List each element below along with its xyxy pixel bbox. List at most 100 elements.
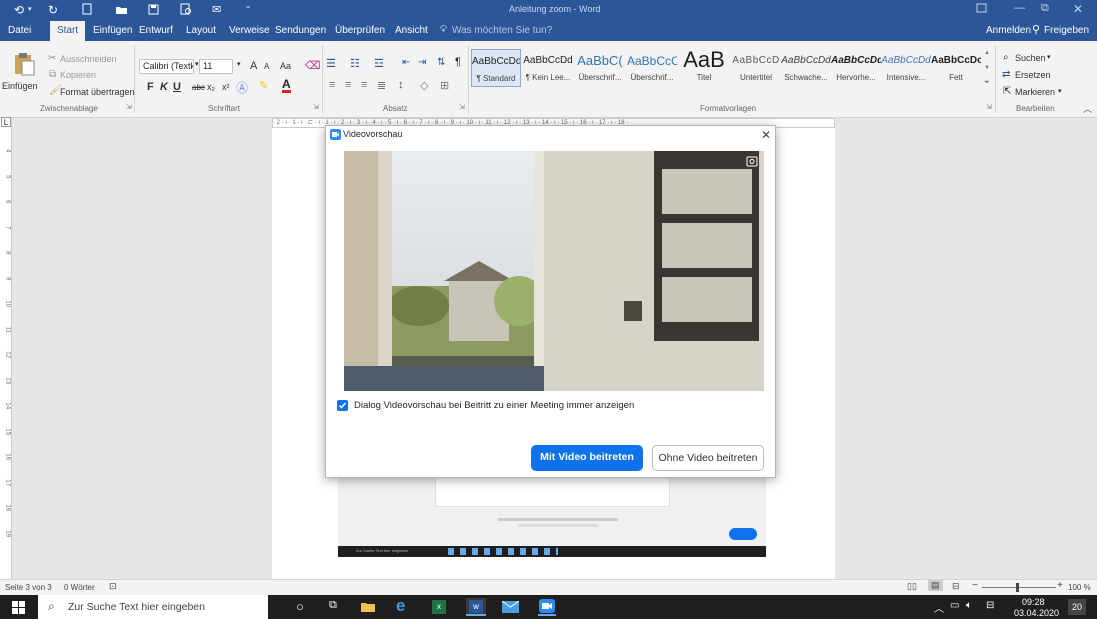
task-view-icon[interactable]: ⧉ xyxy=(329,599,337,612)
search-icon[interactable]: ⌕ xyxy=(1003,52,1009,63)
mail-icon[interactable] xyxy=(502,601,519,613)
volume-icon[interactable]: 🔈︎ xyxy=(966,600,972,611)
font-name-input[interactable]: Calibri (Textk xyxy=(139,59,194,74)
battery-icon[interactable]: ▭ xyxy=(950,600,959,611)
taskbar-search-input[interactable]: Zur Suche Text hier eingeben xyxy=(68,601,205,613)
network-icon[interactable]: ⊟ xyxy=(986,600,994,611)
undo-dropdown-icon[interactable]: ▾ xyxy=(28,5,32,13)
italic-button[interactable]: K xyxy=(160,81,168,93)
spelling-icon[interactable]: ✉ xyxy=(212,3,221,16)
style-schwache-hervorhebung[interactable]: AaBbCcDd Schwache... xyxy=(781,49,831,87)
borders-icon[interactable]: ⊞ xyxy=(440,79,449,92)
ribbon-display-options-icon[interactable] xyxy=(976,3,987,13)
tab-selector[interactable]: L xyxy=(1,117,11,127)
style-fett[interactable]: AaBbCcDc Fett xyxy=(931,49,981,87)
join-with-video-button[interactable]: Mit Video beitreten xyxy=(531,445,643,471)
replace-icon[interactable]: ⇄ xyxy=(1002,69,1010,80)
styles-scroll-down-icon[interactable]: ▼ xyxy=(984,65,990,71)
dialog-close-icon[interactable]: ✕ xyxy=(761,128,771,142)
decrease-indent-icon[interactable]: ⇤ xyxy=(402,57,410,68)
bold-button[interactable]: F xyxy=(147,81,154,93)
select-cursor-icon[interactable]: ⇱ xyxy=(1003,86,1011,97)
increase-indent-icon[interactable]: ⇥ xyxy=(418,57,426,68)
shading-icon[interactable]: ◇ xyxy=(420,79,428,92)
align-right-icon[interactable]: ≡ xyxy=(361,79,367,91)
show-formatting-icon[interactable]: ¶ xyxy=(455,56,461,68)
text-effects-icon[interactable]: Ⓐ xyxy=(236,79,248,96)
taskbar-search-box[interactable]: ⌕ Zur Suche Text hier eingeben xyxy=(38,595,268,619)
bullets-icon[interactable]: ☰ xyxy=(326,57,336,70)
align-center-icon[interactable]: ≡ xyxy=(345,79,351,91)
format-painter-button[interactable]: Format übertragen xyxy=(60,87,135,97)
strikethrough-button[interactable]: abc xyxy=(192,83,205,92)
print-layout-icon[interactable]: ▤ xyxy=(928,580,943,591)
zoom-app-icon[interactable] xyxy=(538,598,556,616)
paste-icon[interactable] xyxy=(13,52,35,76)
always-show-checkbox-label[interactable]: Dialog Videovorschau bei Beitritt zu ein… xyxy=(354,400,634,411)
line-spacing-icon[interactable]: ↕ xyxy=(398,79,404,91)
numbering-icon[interactable]: ☷ xyxy=(350,57,360,70)
chevron-down-icon[interactable]: ▾ xyxy=(195,60,199,68)
zoom-slider[interactable] xyxy=(982,583,1056,592)
always-show-checkbox[interactable] xyxy=(337,400,348,411)
zoom-level[interactable]: 100 % xyxy=(1068,583,1091,592)
tab-verweise[interactable]: Verweise xyxy=(229,25,270,36)
read-mode-icon[interactable]: ▯▯ xyxy=(907,581,917,592)
style-titel[interactable]: AaB Titel xyxy=(679,49,729,87)
show-hidden-icons-icon[interactable]: ︿ xyxy=(934,600,944,615)
zoom-out-icon[interactable]: − xyxy=(972,580,978,591)
zoom-in-icon[interactable]: + xyxy=(1057,580,1063,591)
styles-launcher-icon[interactable]: ⇲ xyxy=(986,103,992,111)
word-taskbar-icon[interactable]: w xyxy=(466,598,486,616)
windows-start-icon[interactable] xyxy=(12,601,25,614)
web-layout-icon[interactable]: ⊟ xyxy=(952,581,960,592)
open-folder-icon[interactable] xyxy=(115,5,128,15)
style-ueberschrift-2[interactable]: AaBbCcC Überschrif... xyxy=(627,49,677,87)
copy-icon[interactable]: ⧉ xyxy=(49,69,56,80)
shrink-font-button[interactable]: A xyxy=(264,62,269,71)
tab-ueberpruefen[interactable]: Überprüfen xyxy=(335,25,385,36)
tab-datei[interactable]: Datei xyxy=(8,25,31,36)
customize-quick-access-icon[interactable]: ⁼ xyxy=(246,4,250,13)
save-icon[interactable] xyxy=(148,4,159,15)
underline-button[interactable]: U xyxy=(173,81,181,93)
clipboard-launcher-icon[interactable]: ⇲ xyxy=(126,103,132,111)
tab-entwurf[interactable]: Entwurf xyxy=(139,25,173,36)
style-untertitel[interactable]: AaBbCcD Untertitel xyxy=(731,49,781,87)
style-intensive-hervorhebung[interactable]: AaBbCcDd Intensive... xyxy=(881,49,931,87)
font-launcher-icon[interactable]: ⇲ xyxy=(313,103,319,111)
word-count[interactable]: 0 Wörter xyxy=(64,583,95,592)
tab-sendungen[interactable]: Sendungen xyxy=(275,25,326,36)
multilevel-list-icon[interactable]: ☲ xyxy=(374,57,384,70)
join-without-video-button[interactable]: Ohne Video beitreten xyxy=(652,445,764,471)
share-button[interactable]: Freigeben xyxy=(1044,25,1089,36)
replace-button[interactable]: Ersetzen xyxy=(1015,70,1051,80)
tab-einfuegen[interactable]: Einfügen xyxy=(93,25,132,36)
notifications-icon[interactable]: 20 xyxy=(1068,599,1086,615)
clear-formatting-icon[interactable]: ⌫ xyxy=(305,59,321,72)
chevron-down-icon[interactable]: ▾ xyxy=(237,60,241,68)
change-case-button[interactable]: Aa xyxy=(280,61,291,71)
clock-date[interactable]: 03.04.2020 xyxy=(1014,608,1059,618)
styles-scroll-up-icon[interactable]: ▲ xyxy=(984,50,990,56)
restore-icon[interactable]: ⧉ xyxy=(1041,2,1049,15)
chevron-down-icon[interactable]: ▾ xyxy=(1047,53,1051,61)
collapse-ribbon-icon[interactable]: ︿ xyxy=(1083,102,1092,115)
file-explorer-icon[interactable] xyxy=(360,601,376,613)
tab-start[interactable]: Start xyxy=(50,21,86,41)
select-button[interactable]: Markieren xyxy=(1015,87,1055,97)
font-size-input[interactable]: 11 xyxy=(199,59,233,74)
paragraph-launcher-icon[interactable]: ⇲ xyxy=(459,103,465,111)
tab-ansicht[interactable]: Ansicht xyxy=(395,25,428,36)
superscript-button[interactable]: x² xyxy=(222,82,230,92)
cut-button[interactable]: Ausschneiden xyxy=(60,54,117,64)
find-button[interactable]: Suchen xyxy=(1015,53,1046,63)
styles-more-icon[interactable]: ⏷ xyxy=(984,79,990,87)
close-icon[interactable]: ✕ xyxy=(1073,2,1083,16)
font-color-icon[interactable]: A xyxy=(282,78,291,93)
align-left-icon[interactable]: ≡ xyxy=(329,79,335,91)
cortana-icon[interactable]: ○ xyxy=(296,599,304,614)
redo-icon[interactable]: ↻ xyxy=(48,3,58,17)
subscript-button[interactable]: x₂ xyxy=(207,82,215,92)
excel-icon[interactable]: x xyxy=(432,600,446,614)
